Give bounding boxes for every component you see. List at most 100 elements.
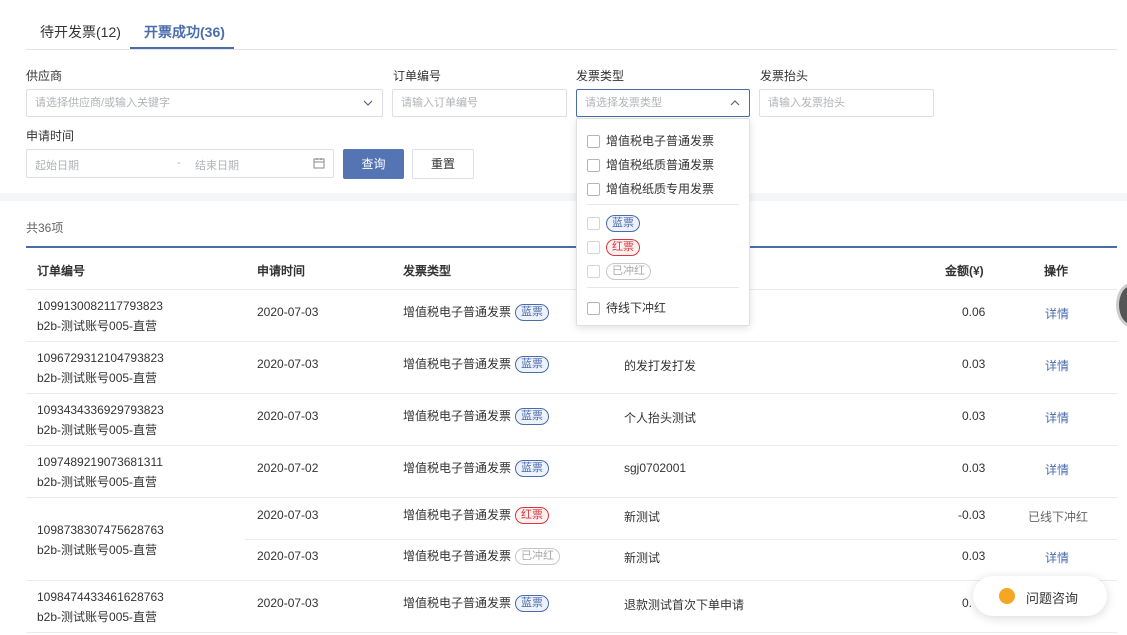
order-number: 1093434336929793823 xyxy=(37,403,164,417)
order-no-input[interactable]: 请输入订单编号 xyxy=(392,89,567,117)
option-blue[interactable]: 蓝票 xyxy=(587,215,640,232)
order-number: 1096729312104793823 xyxy=(37,351,164,365)
reversed-badge: 已冲红 xyxy=(606,263,651,280)
row-divider xyxy=(26,580,1117,581)
checkbox[interactable] xyxy=(587,265,600,278)
tab-success[interactable]: 开票成功(36) xyxy=(144,22,225,42)
row-divider xyxy=(26,341,1117,342)
supplier-placeholder: 请选择供应商/或输入关键字 xyxy=(35,97,171,109)
apply-date: 2020-07-03 xyxy=(257,549,319,563)
invoice-title: 新测试 xyxy=(624,510,661,524)
checkbox[interactable] xyxy=(587,183,600,197)
invoice-type: 增值税电子普通发票 蓝票 xyxy=(403,459,550,478)
option-label: 待线下冲红 xyxy=(606,301,667,315)
detail-link[interactable]: 详情 xyxy=(1045,357,1069,374)
red-badge: 红票 xyxy=(606,239,640,256)
col-header-order: 订单编号 xyxy=(37,264,86,278)
table-panel: 共36项 订单编号 申请时间 发票类型 金额(¥) 操作 10991300821… xyxy=(0,201,1127,635)
option-reversed[interactable]: 已冲红 xyxy=(587,263,651,280)
checkbox[interactable] xyxy=(587,135,600,149)
tab-bar: 待开发票(12) 开票成功(36) xyxy=(26,10,1117,50)
invoice-type-text: 增值税电子普通发票 xyxy=(403,461,512,475)
detail-link[interactable]: 详情 xyxy=(1045,409,1069,426)
invoice-type-label: 发票类型 xyxy=(576,69,625,83)
option-paper-special[interactable]: 增值税纸质专用发票 xyxy=(587,180,714,197)
chevron-up-icon xyxy=(730,100,740,106)
option-electronic-normal[interactable]: 增值税电子普通发票 xyxy=(587,132,714,149)
account-name: b2b-测试账号005-直营 xyxy=(37,319,158,333)
dropdown-divider xyxy=(587,287,739,288)
reset-button[interactable]: 重置 xyxy=(412,149,474,179)
invoice-type: 增值税电子普通发票 蓝票 xyxy=(403,407,550,426)
checkbox[interactable] xyxy=(587,241,600,254)
order-number: 1098738307475628763 xyxy=(37,523,164,537)
apply-date: 2020-07-03 xyxy=(257,409,319,423)
status-badge: 蓝票 xyxy=(515,408,550,426)
invoice-type-select[interactable]: 请选择发票类型 xyxy=(576,89,750,117)
active-tab-indicator xyxy=(130,47,234,49)
col-header-type: 发票类型 xyxy=(403,264,452,278)
chat-icon xyxy=(999,588,1015,604)
detail-link[interactable]: 详情 xyxy=(1045,549,1069,566)
blue-badge: 蓝票 xyxy=(606,215,640,232)
amount: 0.03 xyxy=(962,549,986,563)
tab-pending[interactable]: 待开发票(12) xyxy=(40,22,121,42)
option-paper-normal[interactable]: 增值税纸质普通发票 xyxy=(587,156,714,173)
invoice-title: 个人抬头测试 xyxy=(624,411,697,425)
order-number: 1097489219073681311 xyxy=(37,455,163,469)
amount: -0.03 xyxy=(958,508,986,522)
order-number: 1099130082117793823 xyxy=(37,299,163,313)
header-divider xyxy=(26,289,1117,290)
query-button[interactable]: 查询 xyxy=(343,149,404,179)
help-label: 问题咨询 xyxy=(1026,591,1079,606)
invoice-title-placeholder: 请输入发票抬头 xyxy=(768,97,845,109)
invoice-type-dropdown: 增值税电子普通发票 增值税纸质普通发票 增值税纸质专用发票 蓝票 红票 已冲红 … xyxy=(576,118,750,326)
invoice-type-text: 增值税电子普通发票 xyxy=(403,409,512,423)
apply-date: 2020-07-02 xyxy=(257,461,319,475)
amount: 0.06 xyxy=(962,305,986,319)
checkbox[interactable] xyxy=(587,159,600,173)
order-no-placeholder: 请输入订单编号 xyxy=(401,97,478,109)
account-name: b2b-测试账号005-直营 xyxy=(37,475,158,489)
order-number: 1098474433461628763 xyxy=(37,590,164,604)
invoice-title: 新测试 xyxy=(624,551,661,565)
supplier-select[interactable]: 请选择供应商/或输入关键字 xyxy=(26,89,383,117)
detail-link[interactable]: 详情 xyxy=(1045,305,1069,322)
row-divider xyxy=(26,393,1117,394)
sub-row-divider xyxy=(245,539,1117,540)
invoice-type: 增值税电子普通发票 蓝票 xyxy=(403,594,550,613)
invoice-type-placeholder: 请选择发票类型 xyxy=(585,97,662,109)
option-red[interactable]: 红票 xyxy=(587,239,640,256)
checkbox[interactable] xyxy=(587,302,600,316)
option-label: 增值税纸质专用发票 xyxy=(606,182,715,196)
checkbox[interactable] xyxy=(587,217,600,230)
detail-link[interactable]: 详情 xyxy=(1045,461,1069,478)
status-badge: 蓝票 xyxy=(515,595,550,613)
amount: 0.03 xyxy=(962,461,986,475)
invoice-type-text: 增值税电子普通发票 xyxy=(403,305,512,319)
status-badge: 红票 xyxy=(515,507,550,525)
supplier-label: 供应商 xyxy=(26,69,63,83)
order-no-label: 订单编号 xyxy=(393,69,442,83)
invoice-title-input[interactable]: 请输入发票抬头 xyxy=(759,89,934,117)
option-label: 增值税电子普通发票 xyxy=(606,134,715,148)
option-pending-offline[interactable]: 待线下冲红 xyxy=(587,299,666,316)
date-range-picker[interactable]: 起始日期 - 结束日期 xyxy=(26,149,334,178)
help-chat-button[interactable]: 问题咨询 xyxy=(973,576,1107,616)
row-divider xyxy=(26,445,1117,446)
apply-date: 2020-07-03 xyxy=(257,508,319,522)
col-header-amount: 金额(¥) xyxy=(945,264,984,278)
chevron-down-icon xyxy=(363,100,373,106)
apply-date: 2020-07-03 xyxy=(257,357,319,371)
status-text: 已线下冲红 xyxy=(1028,510,1089,524)
result-count: 共36项 xyxy=(26,221,64,235)
date-separator: - xyxy=(177,157,181,169)
start-date-placeholder: 起始日期 xyxy=(35,160,79,172)
apply-date: 2020-07-03 xyxy=(257,596,319,610)
invoice-title: sgj0702001 xyxy=(624,461,687,475)
filter-panel: 待开发票(12) 开票成功(36) 供应商 请选择供应商/或输入关键字 订单编号… xyxy=(0,0,1127,193)
invoice-title: 的发打发打发 xyxy=(624,359,697,373)
amount: 0.03 xyxy=(962,409,986,423)
account-name: b2b-测试账号005-直营 xyxy=(37,423,158,437)
table-top-border xyxy=(26,246,1117,248)
